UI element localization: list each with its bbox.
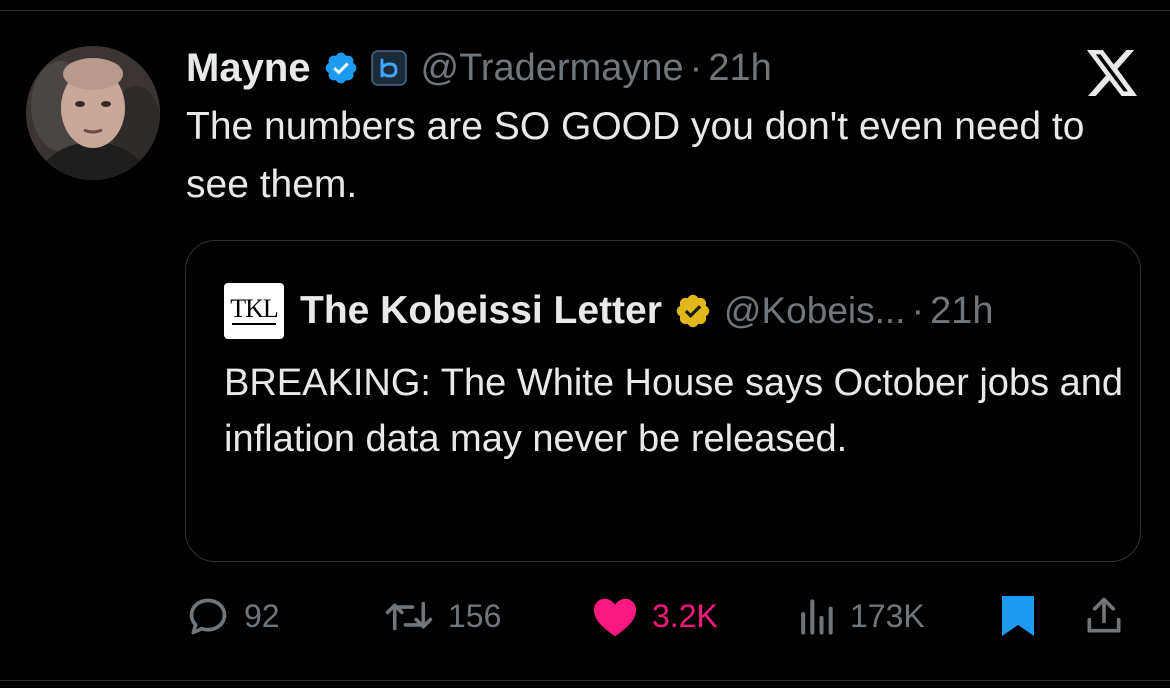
b-badge-icon (370, 50, 407, 86)
author-handle[interactable]: @Tradermayne (421, 47, 684, 90)
bookmark-icon (1002, 596, 1034, 636)
bookmark-button[interactable] (1000, 588, 1036, 644)
retweet-button[interactable]: 156 (384, 588, 501, 644)
quoted-avatar[interactable]: TKL (224, 283, 284, 339)
quoted-tweet-time[interactable]: 21h (930, 290, 993, 333)
retweet-icon (385, 601, 433, 631)
verified-gold-icon (674, 292, 712, 330)
views-icon (801, 599, 833, 635)
quoted-separator-dot: · (911, 289, 925, 332)
heart-icon (593, 598, 637, 637)
tweet-time[interactable]: 21h (708, 47, 771, 90)
views-button[interactable]: 173K (796, 588, 925, 644)
reply-icon (189, 598, 227, 635)
quoted-author-handle[interactable]: @Kobeis... (724, 290, 906, 332)
share-button[interactable] (1082, 588, 1126, 644)
tweet-text: The numbers are SO GOOD you don't even n… (186, 105, 1085, 206)
quoted-author-name[interactable]: The Kobeissi Letter (300, 289, 662, 333)
avatar[interactable] (26, 46, 160, 180)
like-button[interactable]: 3.2K (592, 588, 718, 644)
x-logo-icon[interactable] (1086, 50, 1138, 96)
separator-dot: · (689, 46, 703, 89)
like-count: 3.2K (652, 597, 718, 634)
quoted-tweet-header: TKL The Kobeissi Letter @Kobeis... · 21h (224, 283, 994, 339)
reply-count: 92 (244, 597, 280, 634)
author-name[interactable]: Mayne (186, 46, 311, 91)
bottom-divider (0, 680, 1170, 681)
quoted-tweet-card[interactable]: TKL The Kobeissi Letter @Kobeis... · 21h… (185, 240, 1141, 562)
views-count: 173K (850, 597, 925, 634)
retweet-count: 156 (448, 597, 502, 634)
top-divider (0, 10, 1170, 11)
tweet-header: Mayne @Tradermayne · 21h (186, 40, 772, 96)
share-icon (1087, 597, 1121, 633)
tkl-logo-rule (232, 323, 276, 325)
verified-blue-icon (323, 50, 359, 86)
action-bar: 92 156 3.2K 173K (186, 588, 1146, 644)
quoted-tweet-text: BREAKING: The White House says October j… (224, 362, 1124, 460)
tkl-logo-text: TKL (230, 294, 279, 323)
reply-button[interactable]: 92 (186, 588, 280, 644)
